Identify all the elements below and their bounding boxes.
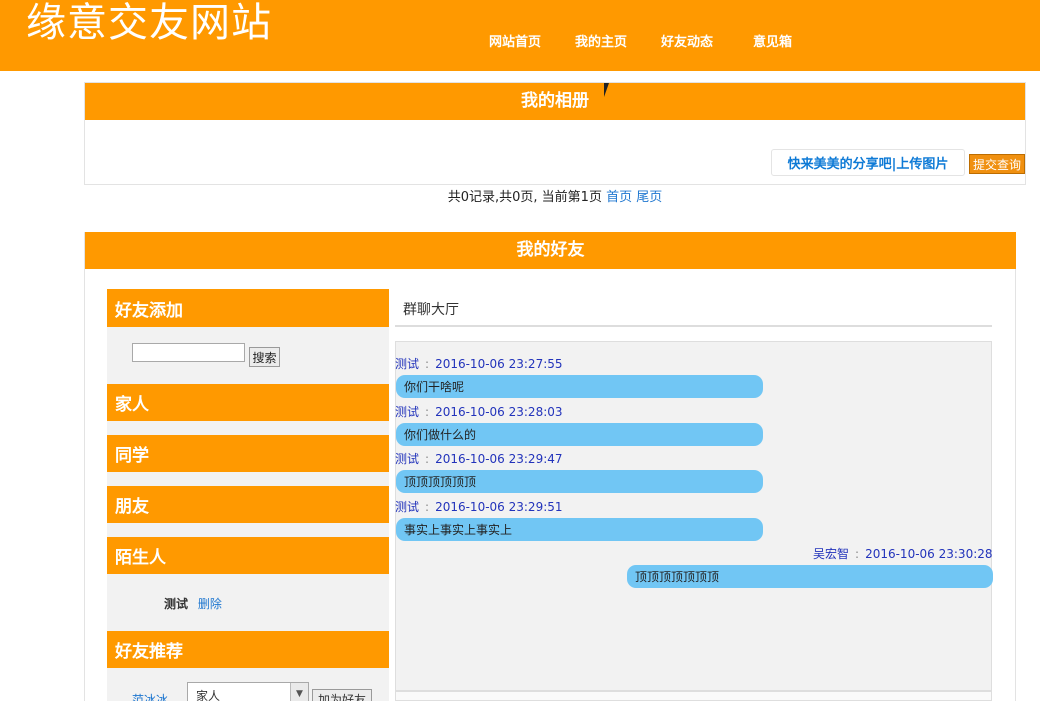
message-meta: 测试:2016-10-06 23:28:03 <box>395 405 563 419</box>
message-time: 2016-10-06 23:29:51 <box>435 500 563 514</box>
chat-title: 群聊大厅 <box>403 302 459 318</box>
message-bubble: 顶顶顶顶顶顶顶 <box>627 565 993 588</box>
group-select-value: 家人 <box>196 689 221 701</box>
chevron-down-icon: ▼ <box>290 683 308 701</box>
friend-delete-link[interactable]: 删除 <box>198 597 222 611</box>
nav-friend-feed[interactable]: 好友动态 <box>661 31 713 50</box>
submit-query-button[interactable]: 提交查询 <box>969 154 1025 174</box>
friends-title: 我的好友 <box>85 232 1016 269</box>
message-sender: 测试 <box>395 452 420 466</box>
message-bubble: 事实上事实上事实上 <box>396 518 763 541</box>
message-bubble: 顶顶顶顶顶顶 <box>396 470 763 493</box>
recommended-friend-name[interactable]: 范冰冰 <box>132 691 168 701</box>
message-time: 2016-10-06 23:30:28 <box>865 547 993 561</box>
group-select[interactable]: 家人 ▼ <box>187 682 309 701</box>
site-title: 缘意交友网站 <box>26 0 272 46</box>
group-classmates[interactable]: 同学 <box>107 435 389 472</box>
message-sender: 吴宏智 <box>813 547 850 561</box>
message-meta: 测试:2016-10-06 23:29:47 <box>395 452 563 466</box>
friend-recommend-heading: 好友推荐 <box>107 631 389 668</box>
chat-input-area[interactable] <box>395 691 992 701</box>
message-bubble: 你们干啥呢 <box>396 375 763 398</box>
pager-first-link[interactable]: 首页 <box>606 190 632 205</box>
mouse-pointer-icon <box>604 83 614 97</box>
nav-feedback[interactable]: 意见箱 <box>753 31 792 50</box>
message-sender: 测试 <box>395 500 420 514</box>
group-family[interactable]: 家人 <box>107 384 389 421</box>
message-meta: 测试:2016-10-06 23:29:51 <box>395 500 563 514</box>
friend-search-input[interactable] <box>132 343 245 362</box>
message-sender: 测试 <box>395 357 420 371</box>
pager: 共0记录,共0页, 当前第1页 首页 尾页 <box>0 186 1040 205</box>
group-friends[interactable]: 朋友 <box>107 486 389 523</box>
top-bar: 缘意交友网站 网站首页 我的主页 好友动态 意见箱 <box>0 0 1040 71</box>
friend-name: 测试 <box>164 597 189 611</box>
message-time: 2016-10-06 23:28:03 <box>435 405 563 419</box>
album-title: 我的相册 <box>85 83 1025 120</box>
pager-last-link[interactable]: 尾页 <box>636 190 662 205</box>
friend-add-heading: 好友添加 <box>107 289 389 327</box>
add-friend-button[interactable]: 加为好友 <box>312 689 372 701</box>
message-meta: 测试:2016-10-06 23:27:55 <box>395 357 563 371</box>
chat-divider <box>395 325 992 327</box>
friend-entry: 测试 删除 <box>164 595 222 612</box>
nav-my-page[interactable]: 我的主页 <box>575 31 627 50</box>
message-time: 2016-10-06 23:29:47 <box>435 452 563 466</box>
message-time: 2016-10-06 23:27:55 <box>435 357 563 371</box>
message-bubble: 你们做什么的 <box>396 423 763 446</box>
friends-sidebar: 好友添加 搜索 家人 同学 朋友 陌生人 测试 删除 好友推荐 范冰冰 家人 ▼… <box>107 289 389 701</box>
nav-home[interactable]: 网站首页 <box>489 31 541 50</box>
friend-search-button[interactable]: 搜索 <box>249 347 280 367</box>
message-meta: 吴宏智:2016-10-06 23:30:28 <box>813 547 993 561</box>
group-strangers[interactable]: 陌生人 <box>107 537 389 574</box>
upload-photo-button[interactable]: 快来美美的分享吧|上传图片 <box>771 149 965 176</box>
pager-summary: 共0记录,共0页, 当前第1页 <box>447 190 602 205</box>
message-sender: 测试 <box>395 405 420 419</box>
